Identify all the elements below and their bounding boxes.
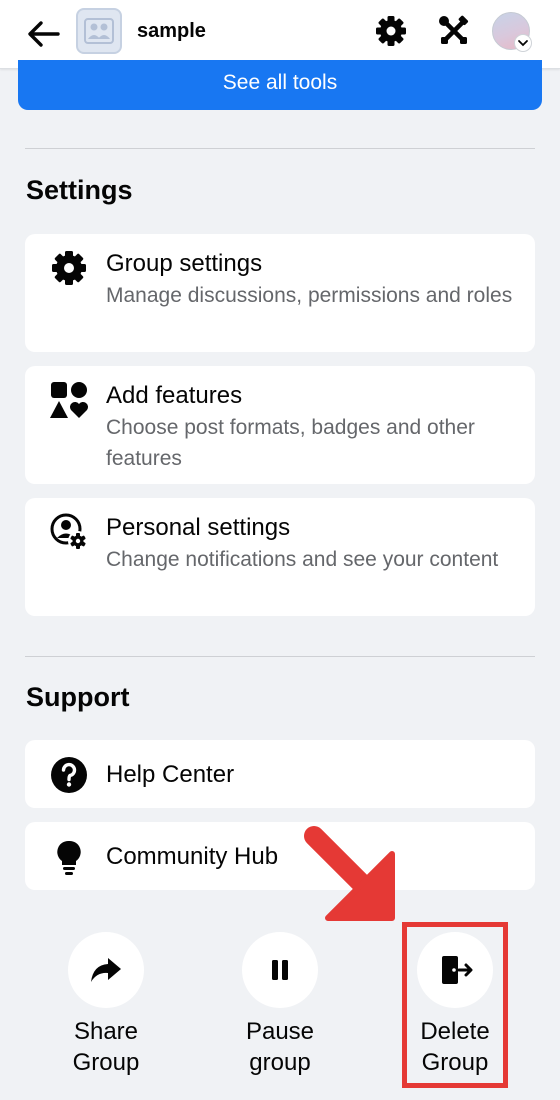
help-center-title: Help Center xyxy=(106,761,235,788)
personal-settings-title: Personal settings xyxy=(106,514,291,541)
pause-icon xyxy=(272,960,288,980)
share-icon xyxy=(91,958,121,982)
red-pointer-arrow-icon xyxy=(304,826,395,921)
pause-group-button[interactable] xyxy=(242,932,318,1008)
tools-icon[interactable] xyxy=(437,14,471,48)
lightbulb-icon xyxy=(57,840,81,875)
personal-settings-card[interactable]: Personal settings Change notifications a… xyxy=(25,498,535,616)
top-bar: sample xyxy=(0,0,560,69)
chevron-down-icon xyxy=(518,40,528,47)
help-center-card[interactable]: Help Center xyxy=(25,740,535,808)
divider xyxy=(25,656,535,657)
add-features-title: Add features xyxy=(106,382,243,409)
pause-group-label[interactable]: Pause group xyxy=(210,1016,350,1078)
gear-icon xyxy=(52,251,86,285)
share-group-button[interactable] xyxy=(68,932,144,1008)
group-settings-subtitle: Manage discussions, permissions and role… xyxy=(106,284,513,307)
settings-heading: Settings xyxy=(26,175,133,205)
group-people-icon xyxy=(84,18,114,44)
question-icon xyxy=(51,757,87,793)
personal-settings-subtitle: Change notifications and see your conten… xyxy=(106,548,499,571)
group-settings-title: Group settings xyxy=(106,250,263,277)
add-features-subtitle: Choose post formats, badges and other fe… xyxy=(106,416,475,470)
settings-gear-icon[interactable] xyxy=(374,14,408,48)
share-group-label[interactable]: Share Group xyxy=(36,1016,176,1078)
group-thumbnail[interactable] xyxy=(76,8,122,54)
shapes-icon xyxy=(50,382,88,418)
divider xyxy=(25,148,535,149)
group-name[interactable]: sample xyxy=(137,20,206,43)
person-gear-icon xyxy=(50,513,88,551)
group-settings-card[interactable]: Group settings Manage discussions, permi… xyxy=(25,234,535,352)
delete-group-highlight-box xyxy=(402,922,508,1088)
community-hub-card[interactable]: Community Hub xyxy=(25,822,535,890)
add-features-card[interactable]: Add features Choose post formats, badges… xyxy=(25,366,535,484)
support-heading: Support xyxy=(26,682,130,712)
account-menu-chevron-badge[interactable] xyxy=(514,34,532,52)
community-hub-title: Community Hub xyxy=(106,843,279,870)
back-arrow-icon[interactable] xyxy=(24,14,64,54)
see-all-tools-button[interactable]: See all tools xyxy=(18,60,542,110)
